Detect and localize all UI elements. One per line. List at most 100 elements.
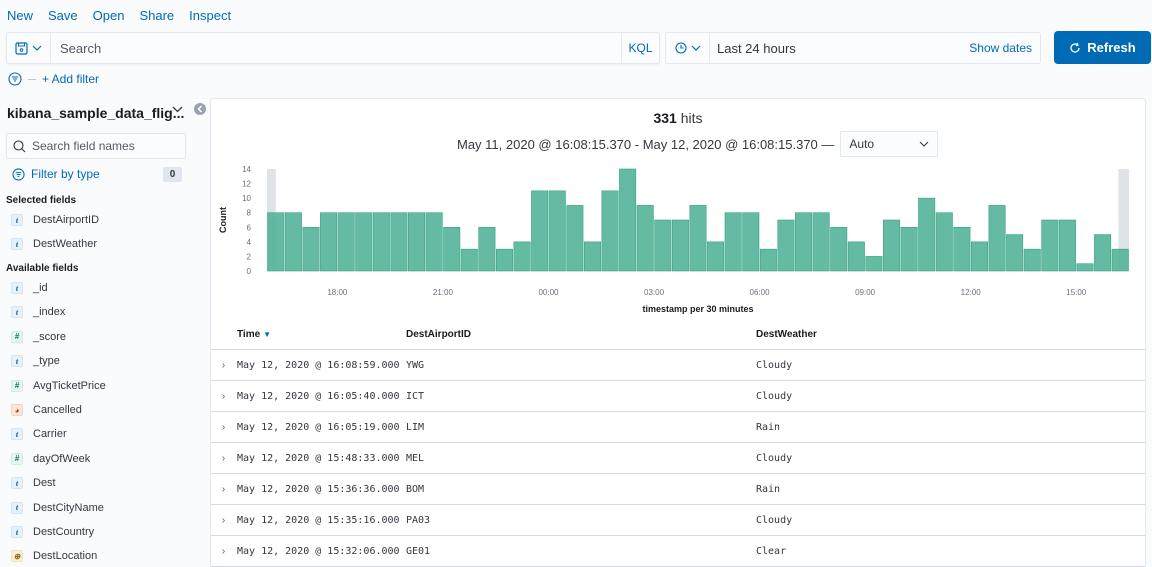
table-row[interactable]: › May 12, 2020 @ 15:36:36.000 BOM Rain	[211, 474, 1145, 505]
expand-row-icon[interactable]: ›	[211, 515, 236, 526]
kql-toggle[interactable]: KQL	[621, 33, 659, 63]
new-link[interactable]: New	[7, 8, 33, 23]
expand-row-icon[interactable]: ›	[211, 422, 236, 433]
field-item[interactable]: t DestCountry	[11, 526, 94, 538]
interval-select[interactable]: Auto	[840, 131, 939, 157]
histogram-bar[interactable]	[900, 226, 918, 272]
expand-row-icon[interactable]: ›	[211, 360, 236, 371]
histogram-bar[interactable]	[408, 212, 426, 272]
histogram-bar[interactable]	[619, 168, 637, 272]
histogram-bar[interactable]	[970, 241, 988, 272]
expand-row-icon[interactable]: ›	[211, 453, 236, 464]
histogram-bar[interactable]	[830, 226, 848, 272]
table-row[interactable]: › May 12, 2020 @ 15:32:06.000 GE01 Clear	[211, 536, 1145, 567]
histogram-bar[interactable]	[707, 241, 725, 272]
histogram-bar[interactable]	[777, 219, 795, 272]
histogram-bar[interactable]	[935, 212, 953, 272]
histogram-bar[interactable]	[320, 212, 338, 272]
field-item[interactable]: t DestCityName	[11, 501, 104, 514]
quick-menu-button[interactable]	[666, 33, 710, 63]
histogram-bar[interactable]	[531, 190, 549, 272]
histogram-bar[interactable]	[443, 226, 461, 272]
histogram-bar[interactable]	[1111, 248, 1129, 272]
histogram-bar[interactable]	[495, 248, 513, 272]
sort-down-icon[interactable]: ▼	[263, 330, 271, 339]
histogram-bar[interactable]	[566, 205, 584, 272]
share-link[interactable]: Share	[139, 8, 174, 23]
histogram-bar[interactable]	[390, 212, 408, 272]
table-row[interactable]: › May 12, 2020 @ 15:48:33.000 MEL Cloudy	[211, 443, 1145, 474]
add-filter-button[interactable]: + Add filter	[42, 72, 99, 86]
histogram-bar[interactable]	[1076, 263, 1094, 272]
filter-icon[interactable]	[8, 72, 22, 86]
histogram-bar[interactable]	[478, 226, 496, 272]
histogram-bar[interactable]	[883, 219, 901, 272]
field-item[interactable]: # AvgTicketPrice	[11, 379, 106, 392]
field-item[interactable]: t Carrier	[11, 428, 67, 441]
histogram-bar[interactable]	[513, 241, 531, 272]
expand-row-icon[interactable]: ›	[211, 484, 236, 495]
histogram-bar[interactable]	[355, 212, 373, 272]
expand-row-icon[interactable]: ›	[211, 391, 236, 402]
open-link[interactable]: Open	[93, 8, 125, 23]
show-dates-button[interactable]: Show dates	[969, 41, 1032, 55]
table-row[interactable]: › May 12, 2020 @ 16:05:19.000 LIM Rain	[211, 412, 1145, 443]
refresh-button[interactable]: Refresh	[1054, 31, 1151, 64]
index-pattern-title[interactable]: kibana_sample_data_flig...	[7, 105, 184, 121]
histogram-bar[interactable]	[953, 226, 971, 272]
histogram-bar[interactable]	[267, 212, 285, 272]
histogram-chart[interactable]: 0 2 4 6 8 10 12 14 Count 18:00 21:00 00:00 03:00 06:0…	[211, 159, 1145, 319]
field-item[interactable]: t _type	[11, 355, 60, 368]
column-header-destweather[interactable]: DestWeather	[756, 329, 817, 340]
histogram-bar[interactable]	[742, 212, 760, 272]
expand-row-icon[interactable]: ›	[211, 546, 236, 557]
histogram-bar[interactable]	[636, 205, 654, 272]
histogram-bar[interactable]	[865, 256, 883, 272]
field-item[interactable]: ◕ Cancelled	[11, 404, 82, 416]
saved-query-button[interactable]	[7, 33, 51, 63]
field-item[interactable]: t _index	[11, 306, 65, 319]
field-item[interactable]: # _score	[11, 330, 66, 343]
histogram-bar[interactable]	[812, 212, 830, 272]
column-header-destairportid[interactable]: DestAirportID	[406, 329, 756, 340]
histogram-bar[interactable]	[583, 241, 601, 272]
histogram-bar[interactable]	[1058, 219, 1076, 272]
histogram-bar[interactable]	[460, 248, 478, 272]
field-search-input[interactable]	[32, 139, 172, 153]
histogram-bar[interactable]	[601, 190, 619, 272]
histogram-bar[interactable]	[724, 212, 742, 272]
histogram-bar[interactable]	[284, 212, 302, 272]
field-item[interactable]: t DestAirportID	[11, 214, 99, 226]
histogram-bar[interactable]	[337, 212, 355, 272]
save-link[interactable]: Save	[48, 8, 78, 23]
histogram-bar[interactable]	[1041, 219, 1059, 272]
histogram-bar[interactable]	[1006, 234, 1024, 272]
histogram-bar[interactable]	[425, 212, 443, 272]
histogram-bar[interactable]	[795, 212, 813, 272]
column-header-time[interactable]: Time ▼	[236, 329, 406, 340]
field-item[interactable]: t _id	[11, 282, 48, 294]
histogram-bar[interactable]	[689, 205, 707, 272]
histogram-bar[interactable]	[1023, 248, 1041, 272]
field-item[interactable]: ⊕ DestLocation	[11, 550, 97, 563]
table-row[interactable]: › May 12, 2020 @ 16:08:59.000 YWG Cloudy	[211, 350, 1145, 381]
histogram-bar[interactable]	[847, 241, 865, 272]
histogram-bar[interactable]	[302, 226, 320, 272]
histogram-bar[interactable]	[1094, 234, 1112, 272]
histogram-bar[interactable]	[654, 219, 672, 272]
field-item[interactable]: t Dest	[11, 477, 56, 490]
field-item[interactable]: t DestWeather	[11, 238, 97, 251]
filter-by-type-button[interactable]: Filter by type	[12, 167, 100, 181]
table-row[interactable]: › May 12, 2020 @ 15:35:16.000 PA03 Cloudy	[211, 505, 1145, 536]
chevron-down-icon[interactable]	[172, 106, 183, 113]
histogram-bar[interactable]	[759, 248, 777, 272]
time-range-label[interactable]: Last 24 hours	[710, 41, 969, 56]
histogram-bar[interactable]	[372, 212, 390, 272]
inspect-link[interactable]: Inspect	[189, 8, 231, 23]
search-input[interactable]	[51, 33, 621, 63]
histogram-bar[interactable]	[548, 190, 566, 272]
field-item[interactable]: # dayOfWeek	[11, 452, 90, 465]
histogram-bar[interactable]	[988, 205, 1006, 272]
collapse-sidebar-button[interactable]	[194, 103, 206, 115]
histogram-bar[interactable]	[671, 219, 689, 272]
